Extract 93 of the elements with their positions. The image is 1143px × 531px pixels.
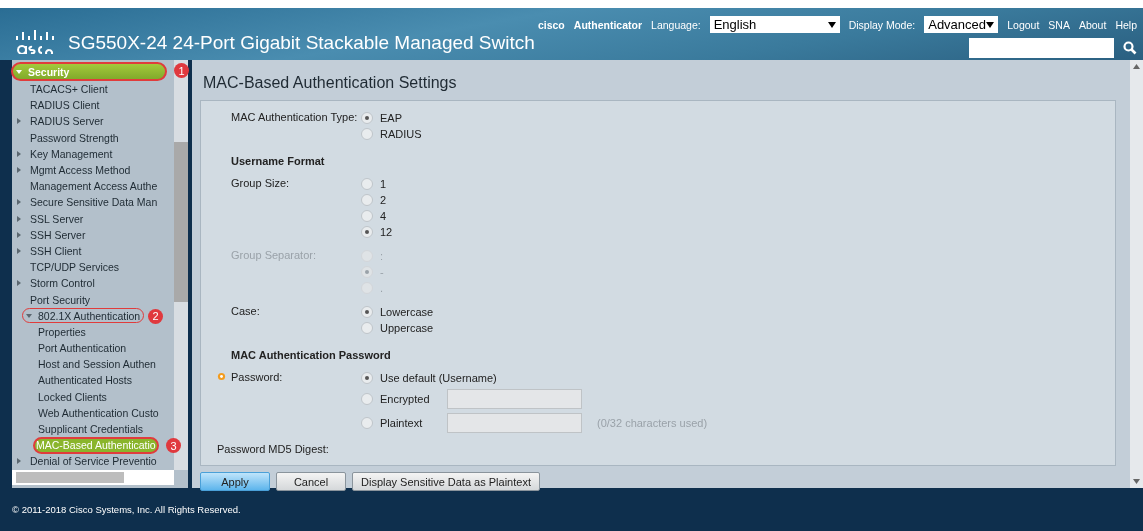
radio-button[interactable] [361, 112, 373, 124]
field-label: Group Size: [231, 177, 291, 191]
search-field[interactable] [969, 38, 1114, 58]
user-name: cisco [537, 18, 565, 31]
collapsed-caret-icon[interactable] [16, 458, 22, 465]
option-label: - [380, 266, 384, 278]
sidebar-item[interactable]: Host and Session Authen [38, 356, 156, 372]
section-heading: MAC Authentication Password [231, 349, 392, 361]
option-label: EAP [380, 112, 402, 124]
collapsed-caret-icon[interactable] [16, 118, 22, 125]
option-label: 2 [380, 194, 387, 206]
sidebar-item[interactable]: SSL Server [30, 211, 84, 227]
radio-button[interactable] [361, 226, 373, 238]
field-label: Password: [231, 371, 361, 433]
radio-button[interactable] [361, 194, 373, 206]
option-label: RADIUS [380, 128, 422, 140]
sidebar-item[interactable]: RADIUS Server [30, 113, 104, 129]
sidebar-item[interactable]: Authenticated Hosts [38, 372, 132, 388]
action-button[interactable]: Cancel [276, 472, 346, 491]
expanded-caret-icon[interactable] [16, 68, 22, 75]
sidebar-item[interactable]: Properties [38, 324, 86, 340]
copyright-text: © 2011-2018 Cisco Systems, Inc. All Rights Reserved. [12, 504, 241, 515]
collapsed-caret-icon[interactable] [16, 167, 22, 174]
radio-button[interactable] [361, 210, 373, 222]
sidebar-item[interactable]: TCP/UDP Services [30, 259, 120, 275]
search-icon[interactable] [1123, 41, 1137, 55]
field-label: Case: [231, 305, 261, 319]
action-button[interactable]: Apply [200, 472, 270, 491]
radio-button[interactable] [361, 178, 373, 190]
required-icon [217, 372, 226, 381]
scrollbar[interactable] [1130, 60, 1143, 488]
collapsed-caret-icon[interactable] [16, 231, 22, 238]
radio-button[interactable] [361, 393, 373, 405]
collapsed-caret-icon[interactable] [16, 280, 22, 287]
caret-icon [986, 21, 995, 28]
sidebar-item[interactable]: Web Authentication Custo [38, 405, 159, 421]
option-label: 4 [380, 210, 387, 222]
header-link[interactable]: SNA [1048, 18, 1070, 31]
option-label: Plaintext [380, 417, 424, 429]
option-label: Use default (Username) [380, 372, 497, 384]
header-link[interactable]: Help [1115, 18, 1137, 31]
field-label: MAC Authentication Type: [231, 111, 359, 125]
sidebar-item[interactable]: Mgmt Access Method [30, 162, 131, 178]
sidebar-item[interactable]: SSH Server [30, 227, 86, 243]
option-label: Uppercase [380, 322, 434, 334]
language-label: Language: [651, 18, 701, 31]
caret-icon [827, 21, 836, 28]
sidebar-item[interactable]: Port Security [30, 292, 91, 308]
radio-button[interactable] [361, 417, 373, 429]
sidebar-item[interactable]: Denial of Service Preventio [30, 453, 157, 469]
collapsed-caret-icon[interactable] [16, 150, 22, 157]
option-label: Encrypted [380, 393, 431, 405]
scroll-down-icon[interactable] [1133, 479, 1140, 484]
display-mode-label: Display Mode: [848, 18, 916, 31]
option-label: 1 [380, 178, 387, 190]
header-link[interactable]: About [1078, 18, 1107, 31]
sidebar-item[interactable]: Locked Clients [38, 389, 107, 405]
radio-button[interactable] [361, 306, 373, 318]
sidebar-item[interactable]: Secure Sensitive Data Man [30, 194, 158, 210]
collapsed-caret-icon[interactable] [16, 199, 22, 206]
option-label: . [380, 282, 384, 294]
sidebar-item[interactable]: Management Access Authe [30, 178, 158, 194]
user-role: Authenticator [573, 18, 643, 31]
option-label: Lowercase [380, 306, 434, 318]
language-dropdown[interactable]: English [709, 16, 840, 33]
display-mode-dropdown[interactable]: Advanced [924, 16, 999, 33]
product-title: SG550X-24 24-Port Gigabit Stackable Managed Switch [68, 32, 535, 54]
field-label: Group Separator: [231, 249, 317, 263]
collapsed-caret-icon[interactable] [16, 215, 22, 222]
field-label: Password MD5 Digest: [217, 443, 329, 455]
scroll-up-icon[interactable] [1133, 64, 1140, 69]
page-title: MAC-Based Authentication Settings [203, 74, 458, 92]
sidebar-item[interactable]: Storm Control [30, 275, 95, 291]
sidebar-item[interactable]: Key Management [30, 146, 113, 162]
option-label: : [380, 250, 384, 262]
expanded-caret-icon[interactable] [26, 312, 32, 319]
collapsed-caret-icon[interactable] [16, 247, 22, 254]
radio-button[interactable] [361, 372, 373, 384]
sidebar-item[interactable]: Password Strength [30, 130, 119, 146]
option-label: 12 [380, 226, 393, 238]
sidebar-item[interactable]: SSH Client [30, 243, 82, 259]
section-heading: Username Format [231, 155, 326, 167]
scrollbar[interactable] [174, 60, 188, 470]
header-link[interactable]: Logout [1007, 18, 1040, 31]
action-button[interactable]: Display Sensitive Data as Plaintext [352, 472, 540, 491]
callout-badge: 2 [148, 308, 163, 324]
sidebar-item[interactable]: TACACS+ Client [30, 81, 108, 97]
radio-button[interactable] [361, 128, 373, 140]
sidebar-item[interactable]: Supplicant Credentials [38, 421, 144, 437]
sidebar-item[interactable]: RADIUS Client [30, 97, 100, 113]
radio-button[interactable] [361, 322, 373, 334]
sidebar-item[interactable]: Port Authentication [38, 340, 127, 356]
horizontal-scrollbar[interactable] [12, 470, 174, 485]
